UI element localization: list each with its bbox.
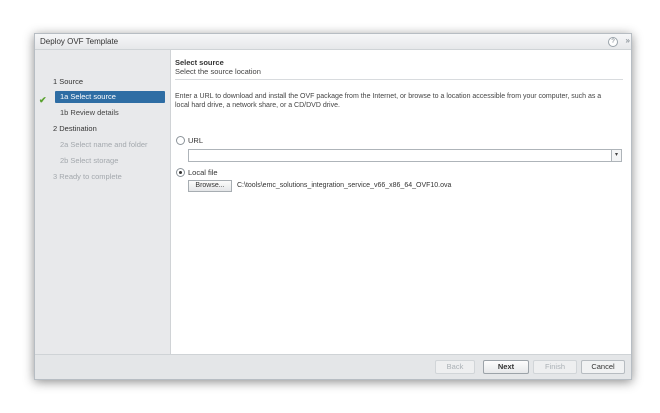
expand-icon[interactable]: »: [626, 36, 631, 45]
main-content: Select source Select the source location…: [175, 50, 631, 354]
finish-button[interactable]: Finish: [533, 360, 577, 374]
local-file-radio-label[interactable]: Local file: [188, 168, 218, 177]
deploy-ovf-dialog: Deploy OVF Template ? » ✔ 1 Source 1a Se…: [34, 33, 632, 380]
help-icon[interactable]: ?: [608, 37, 618, 47]
dialog-footer: Back Next Finish Cancel: [35, 354, 631, 379]
page-subtitle: Select the source location: [175, 67, 261, 76]
url-input[interactable]: [188, 149, 612, 162]
header-divider: [175, 79, 623, 80]
step-ready-to-complete: 3 Ready to complete: [53, 172, 122, 181]
cancel-button[interactable]: Cancel: [581, 360, 625, 374]
wizard-steps-sidebar: ✔ 1 Source 1a Select source 1b Review de…: [35, 50, 171, 354]
step-select-name-folder: 2a Select name and folder: [60, 140, 148, 149]
url-radio-label[interactable]: URL: [188, 136, 203, 145]
browse-button[interactable]: Browse...: [188, 180, 232, 192]
local-file-radio[interactable]: [176, 168, 185, 177]
next-button[interactable]: Next: [483, 360, 529, 374]
step-select-source[interactable]: 1a Select source: [55, 91, 165, 103]
step-review-details[interactable]: 1b Review details: [60, 107, 119, 119]
step-destination[interactable]: 2 Destination: [53, 123, 97, 135]
instructions-text: Enter a URL to download and install the …: [175, 93, 602, 109]
url-dropdown-button[interactable]: ▾: [611, 149, 622, 162]
step-select-storage: 2b Select storage: [60, 156, 119, 165]
dialog-title: Deploy OVF Template: [40, 37, 119, 46]
selected-file-path: C:\tools\emc_solutions_integration_servi…: [237, 182, 452, 189]
url-radio[interactable]: [176, 136, 185, 145]
step-source[interactable]: 1 Source: [53, 76, 83, 88]
dialog-titlebar: Deploy OVF Template ? »: [35, 34, 631, 50]
check-icon: ✔: [39, 95, 47, 105]
page-title: Select source: [175, 58, 224, 67]
chevron-down-icon: ▾: [614, 152, 618, 158]
back-button[interactable]: Back: [435, 360, 475, 374]
